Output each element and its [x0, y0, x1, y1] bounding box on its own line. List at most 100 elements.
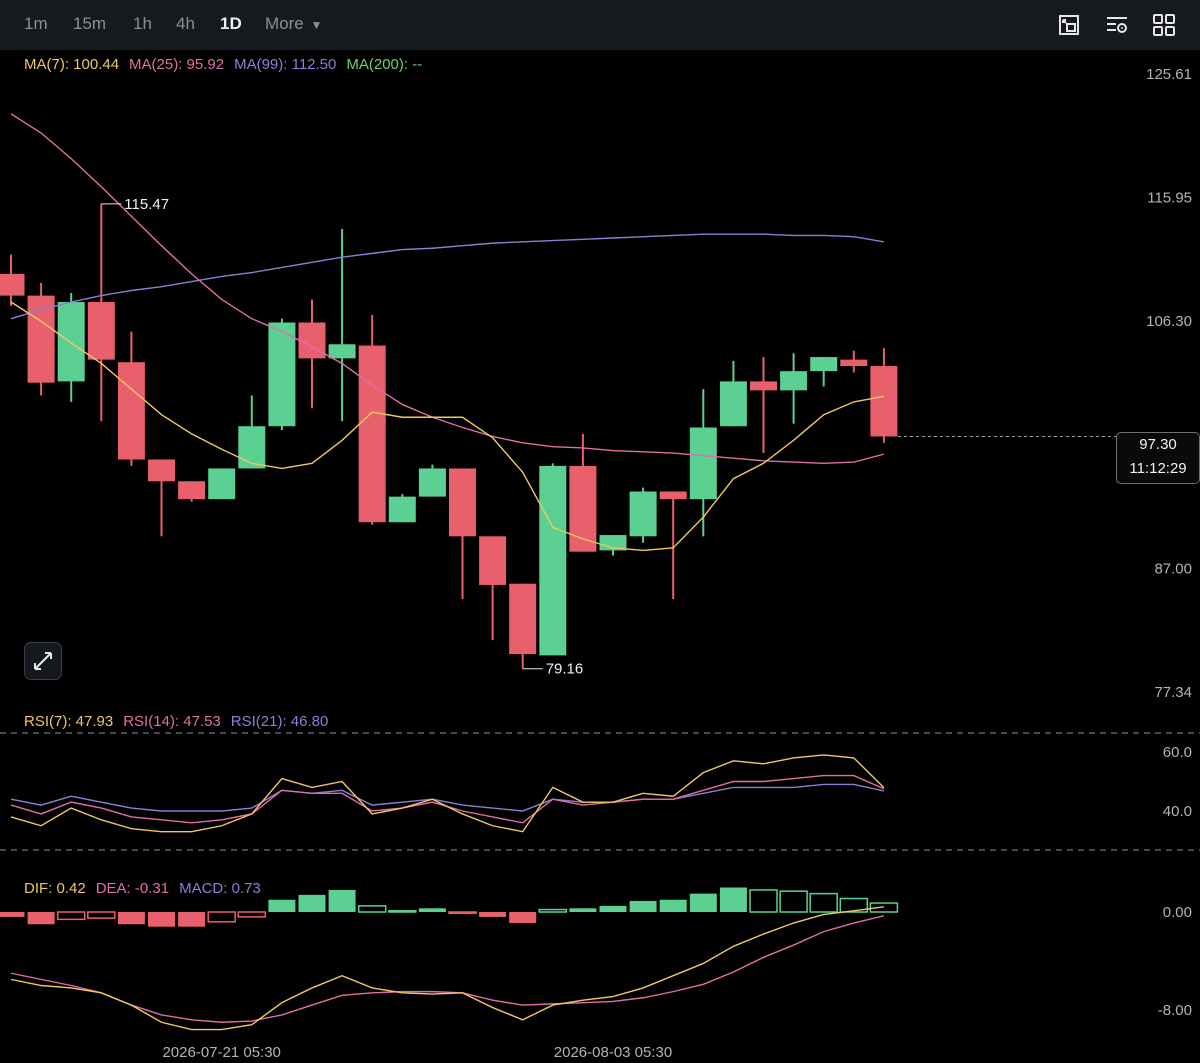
low-price-label: 79.16	[546, 661, 584, 678]
layout-grid-icon[interactable]	[1151, 12, 1177, 38]
macd-histogram-bar	[117, 912, 145, 925]
candle-body	[388, 496, 416, 523]
candle-body	[117, 362, 145, 460]
caret-down-icon: ▼	[310, 18, 323, 32]
macd-legend: DIF: 0.42 DEA: -0.31 MACD: 0.73	[24, 880, 271, 897]
macd-histogram-bar	[87, 911, 116, 919]
timeframe-15m[interactable]: 15m	[73, 14, 106, 34]
macd-legend-item: DIF: 0.42	[24, 880, 86, 897]
macd-histogram-bar	[509, 912, 537, 924]
candle-body	[0, 273, 25, 296]
high-price-label: 115.47	[124, 196, 169, 213]
price-axis-label: 115.95	[1147, 190, 1192, 207]
ma-legend: MA(7): 100.44 MA(25): 95.92 MA(99): 112.50…	[24, 56, 432, 73]
date-axis-label: 2026-08-03 05:30	[554, 1044, 672, 1061]
macd-histogram-bar	[27, 912, 55, 925]
timeframe-4h[interactable]: 4h	[176, 14, 195, 34]
macd-axis-label: -8.00	[1158, 1002, 1192, 1019]
candle-body	[298, 322, 326, 359]
last-price-value: 97.30	[1139, 436, 1177, 453]
rsi-legend: RSI(7): 47.93 RSI(14): 47.53 RSI(21): 46.8…	[24, 713, 338, 730]
candle-countdown: 11:12:29	[1129, 460, 1187, 477]
dea-line	[10, 915, 885, 1023]
chart-canvas[interactable]: 125.61 115.95 106.30 87.00 77.34 60.0 40.0 0.00…	[0, 50, 1200, 1063]
dif-line	[10, 906, 884, 1031]
macd-histogram-bar	[178, 912, 206, 927]
rsi7-line	[10, 754, 885, 833]
macd-axis-label: 0.00	[1163, 904, 1192, 921]
candle-body	[629, 491, 657, 537]
candle-body	[268, 322, 296, 427]
macd-histogram-bar	[569, 908, 597, 912]
macd-histogram-bar	[749, 889, 778, 913]
candle-body	[57, 302, 85, 382]
candle-body	[689, 427, 717, 500]
macd-histogram-bar	[388, 910, 417, 913]
macd-histogram-bar	[207, 911, 236, 923]
macd-histogram-bar	[779, 890, 808, 913]
candle-body	[780, 371, 808, 391]
ma-legend-item: MA(7): 100.44	[24, 56, 120, 73]
ma99-line	[10, 233, 885, 320]
macd-histogram-bar	[479, 912, 507, 917]
candle-body	[479, 536, 507, 585]
timeframe-1m[interactable]: 1m	[24, 14, 48, 34]
candle-body	[840, 359, 868, 367]
macd-histogram-bar	[448, 911, 477, 914]
candle-body	[719, 381, 747, 427]
macd-histogram-bar	[418, 908, 446, 912]
rsi-legend-item: RSI(14): 47.53	[123, 713, 221, 730]
indicator-settings-icon[interactable]	[1104, 12, 1130, 38]
more-label: More	[265, 14, 304, 33]
macd-histogram-bar	[659, 899, 687, 912]
macd-histogram-bar	[148, 912, 175, 927]
macd-histogram-bar	[328, 889, 356, 912]
price-axis-label: 125.61	[1146, 66, 1192, 83]
candle-body	[178, 481, 206, 500]
toolbar: 1m 15m 1h 4h 1D More ▼	[0, 0, 1200, 50]
expand-chart-button[interactable]	[24, 642, 62, 680]
candle-body	[449, 468, 476, 537]
macd-histogram-bar	[56, 911, 86, 921]
candle-body	[358, 345, 386, 523]
timeframe-1d[interactable]: 1D	[220, 14, 242, 34]
last-price-tag: 97.30 11:12:29	[1116, 432, 1200, 484]
ma-legend-item: MA(25): 95.92	[129, 56, 225, 73]
macd-histogram-bar	[689, 893, 717, 912]
price-axis-label: 87.00	[1154, 560, 1192, 577]
candle-body	[27, 295, 55, 383]
candle-body	[418, 468, 446, 497]
rsi-axis-label: 40.0	[1163, 803, 1192, 820]
candle-body	[659, 491, 687, 500]
macd-histogram-bar	[719, 887, 747, 912]
candle-body	[509, 583, 537, 655]
candle-body	[238, 426, 266, 469]
macd-legend-item: MACD: 0.73	[179, 880, 261, 897]
candle-body	[208, 468, 236, 500]
more-menu[interactable]: More ▼	[265, 14, 322, 34]
expand-icon	[34, 652, 52, 670]
macd-histogram-bar	[538, 908, 568, 913]
candle-body	[810, 357, 838, 372]
macd-legend-item: DEA: -0.31	[95, 880, 170, 897]
timeframe-1h[interactable]: 1h	[133, 14, 152, 34]
rsi-legend-item: RSI(21): 46.80	[230, 713, 329, 730]
candle-body	[328, 344, 356, 359]
ma-legend-item: MA(99): 112.50	[234, 56, 337, 73]
candle-body	[148, 459, 175, 482]
price-axis-label: 77.34	[1154, 684, 1192, 701]
price-axis-label: 106.30	[1146, 313, 1192, 330]
macd-histogram-bar	[0, 912, 25, 917]
date-axis-label: 2026-07-21 05:30	[162, 1044, 280, 1061]
macd-histogram-bar	[629, 900, 657, 912]
macd-histogram-bar	[599, 905, 627, 912]
macd-histogram-bar	[809, 892, 838, 913]
macd-histogram-bar	[237, 911, 267, 918]
ma-legend-item: MA(200): --	[346, 56, 423, 73]
chart-screenshot-icon[interactable]	[1056, 12, 1082, 38]
candle-body	[87, 302, 115, 360]
rsi-legend-item: RSI(7): 47.93	[24, 713, 114, 730]
candle-body	[870, 366, 898, 437]
macd-histogram-bar	[357, 905, 387, 913]
macd-histogram-bar	[268, 899, 296, 912]
